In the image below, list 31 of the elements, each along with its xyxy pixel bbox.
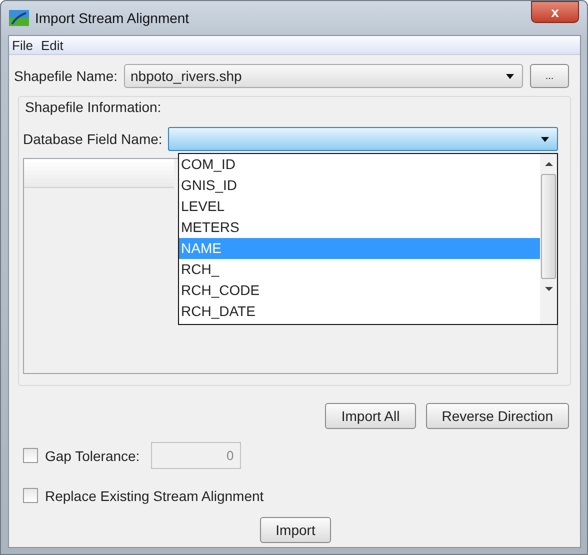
map-icon xyxy=(9,10,29,26)
field-label: Database Field Name: xyxy=(23,131,162,147)
field-dropdown[interactable] xyxy=(168,127,558,151)
action-button[interactable]: Reverse Direction xyxy=(426,403,569,429)
menu-item[interactable]: File xyxy=(12,38,33,52)
action-button[interactable]: Import All xyxy=(325,403,416,429)
checkbox-label: Gap Tolerance: xyxy=(45,448,140,464)
checkbox[interactable] xyxy=(23,488,38,503)
window-title: Import Stream Alignment xyxy=(35,10,190,26)
list-item[interactable]: RCH_ xyxy=(179,259,540,280)
scroll-thumb[interactable] xyxy=(541,174,556,279)
shapefile-dropdown[interactable]: nbpoto_rivers.shp xyxy=(124,64,523,88)
scrollbar[interactable] xyxy=(540,154,557,324)
group-title: Shapefile Information: xyxy=(25,99,162,115)
close-button[interactable]: x xyxy=(531,1,579,23)
list-item[interactable]: LEVEL xyxy=(179,196,540,217)
field-label: Shapefile Name: xyxy=(14,68,118,84)
caret-icon xyxy=(506,74,514,78)
caret-icon xyxy=(541,136,549,142)
menu-item[interactable]: Edit xyxy=(40,38,64,52)
list-item[interactable]: RCH_CODE xyxy=(179,280,540,301)
browse-button[interactable]: ... xyxy=(530,64,569,88)
checkbox-label: Replace Existing Stream Alignment xyxy=(45,488,264,504)
list-item[interactable]: COM_ID xyxy=(179,154,540,175)
import-button[interactable]: Import xyxy=(260,517,332,543)
scroll-up-icon[interactable] xyxy=(544,162,552,166)
list-item[interactable]: GNIS_ID xyxy=(179,175,540,196)
list-item[interactable]: METERS xyxy=(179,217,540,238)
list-item[interactable]: RCH_DATE xyxy=(179,301,540,322)
checkbox[interactable] xyxy=(23,448,38,463)
scroll-down-icon[interactable] xyxy=(544,287,552,291)
